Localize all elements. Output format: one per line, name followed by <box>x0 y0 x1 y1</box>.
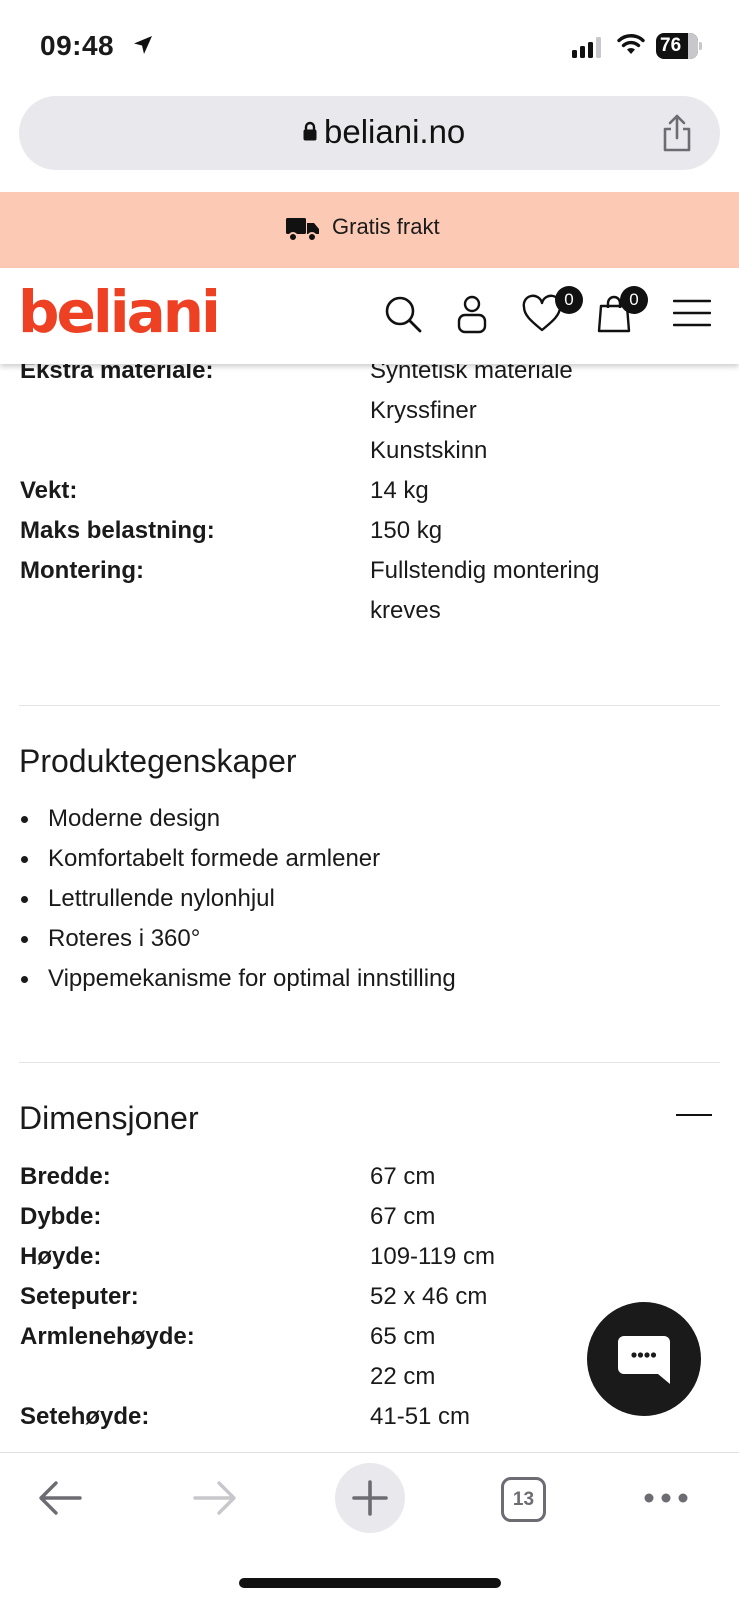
user-icon[interactable] <box>456 294 488 339</box>
spec-label: Bredde: <box>20 1163 111 1190</box>
url-text: beliani.no <box>324 113 466 150</box>
new-tab-button[interactable] <box>335 1463 405 1533</box>
menu-icon[interactable] <box>672 298 712 333</box>
status-time: 09:48 <box>40 30 115 61</box>
spec-label: Armlenehøyde: <box>20 1323 195 1350</box>
chat-icon <box>618 1336 670 1384</box>
list-item: Vippemekanisme for optimal innstilling <box>20 959 456 999</box>
plus-icon <box>352 1480 388 1516</box>
spec-value: 109-119 cm <box>370 1243 495 1270</box>
back-icon[interactable] <box>38 1479 82 1522</box>
home-indicator <box>239 1578 501 1588</box>
lock-icon <box>303 121 317 146</box>
signal-icon <box>572 36 601 58</box>
promo-text: Gratis frakt <box>332 214 440 239</box>
location-arrow-icon <box>132 34 154 61</box>
list-item: Roteres i 360° <box>20 919 456 959</box>
spec-label: Høyde: <box>20 1243 102 1270</box>
spec-label: Vekt: <box>20 477 78 504</box>
spec-label: Dybde: <box>20 1203 102 1230</box>
chat-button[interactable] <box>587 1302 701 1416</box>
spec-label: Seteputer: <box>20 1283 139 1310</box>
list-item: Moderne design <box>20 799 456 839</box>
list-item: Lettrullende nylonhjul <box>20 879 456 919</box>
battery-icon: 76 <box>656 33 702 59</box>
site-header: beliani 0 0 <box>0 268 739 364</box>
tabs-icon[interactable]: 13 <box>501 1477 546 1522</box>
wifi-icon <box>616 32 646 61</box>
wishlist-count-badge: 0 <box>555 286 583 314</box>
spec-value: kreves <box>370 597 441 624</box>
battery-level: 76 <box>660 35 682 56</box>
divider <box>19 705 720 706</box>
spec-value: 67 cm <box>370 1203 436 1230</box>
spec-label: Maks belastning: <box>20 517 215 544</box>
promo-banner: Gratis frakt <box>0 192 739 268</box>
features-list: Moderne design Komfortabelt formede arml… <box>20 799 456 999</box>
spec-value: Kunstskinn <box>370 437 488 464</box>
cart-count-badge: 0 <box>620 286 648 314</box>
spec-value: Fullstendig montering <box>370 557 600 584</box>
dimensions-title[interactable]: Dimensjoner <box>19 1100 199 1137</box>
more-icon[interactable] <box>643 1491 689 1510</box>
truck-icon <box>286 216 320 247</box>
spec-label: Setehøyde: <box>20 1403 150 1430</box>
share-icon[interactable] <box>661 113 693 158</box>
spec-value: 65 cm <box>370 1323 436 1350</box>
features-title: Produktegenskaper <box>19 743 297 779</box>
spec-value: 52 x 46 cm <box>370 1283 488 1310</box>
search-icon[interactable] <box>383 294 423 339</box>
spec-value: 150 kg <box>370 517 443 544</box>
spec-value: 67 cm <box>370 1163 436 1190</box>
spec-label: Montering: <box>20 557 144 584</box>
spec-value: Kryssfiner <box>370 397 477 424</box>
spec-value: 41-51 cm <box>370 1403 471 1430</box>
spec-value: 14 kg <box>370 477 429 504</box>
list-item: Komfortabelt formede armlener <box>20 839 456 879</box>
forward-icon[interactable] <box>193 1479 237 1522</box>
logo[interactable]: beliani <box>18 278 221 346</box>
product-details: Ekstra materiale: Syntetisk materiale Kr… <box>0 355 739 1452</box>
address-bar[interactable]: beliani.no <box>19 96 720 170</box>
status-bar: 09:48 76 <box>0 0 739 92</box>
spec-value: 22 cm <box>370 1363 436 1390</box>
minus-icon[interactable] <box>676 1114 712 1116</box>
divider <box>19 1062 720 1063</box>
